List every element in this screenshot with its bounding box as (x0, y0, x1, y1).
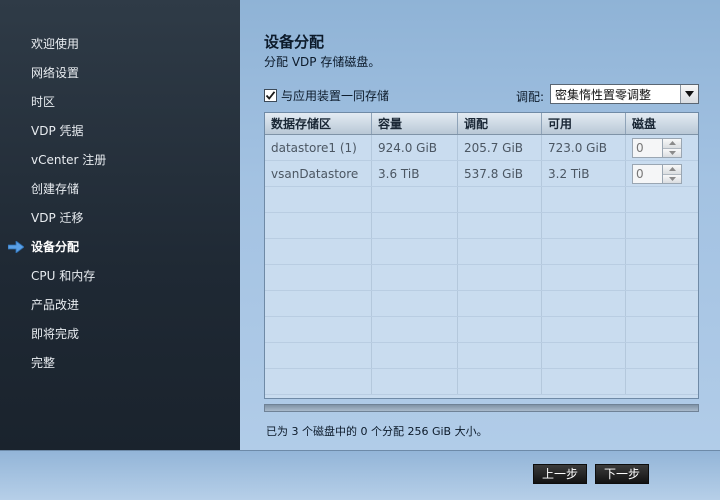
table-row[interactable]: vsanDatastore 3.6 TiB 537.8 GiB 3.2 TiB … (265, 161, 698, 187)
sidebar-item-welcome[interactable]: 欢迎使用 (0, 26, 240, 55)
page-subtitle: 分配 VDP 存储磁盘。 (264, 55, 381, 69)
sidebar-item-complete[interactable]: 完整 (0, 345, 240, 374)
horizontal-scrollbar[interactable] (264, 404, 699, 412)
sidebar-item-label: vCenter 注册 (31, 153, 107, 167)
cell-capacity: 924.0 GiB (372, 135, 458, 160)
checkmark-icon (265, 91, 276, 100)
sidebar-item-label: VDP 凭据 (31, 124, 84, 138)
empty-row (265, 317, 698, 343)
allocation-select-value: 密集惰性置零调整 (555, 87, 652, 102)
table-row[interactable]: datastore1 (1) 924.0 GiB 205.7 GiB 723.0… (265, 135, 698, 161)
wizard-sidebar: 欢迎使用 网络设置 时区 VDP 凭据 vCenter 注册 创建存储 VDP … (0, 0, 240, 450)
sidebar-item-device-allocation[interactable]: 设备分配 (0, 229, 240, 258)
sidebar-item-label: 设备分配 (31, 240, 80, 254)
right-arrow-icon (8, 241, 24, 253)
empty-row (265, 291, 698, 317)
column-header-capacity[interactable]: 容量 (372, 113, 458, 134)
chevron-down-icon[interactable] (663, 148, 681, 157)
main-panel: 设备分配 分配 VDP 存储磁盘。 与应用装置一同存储 调配: 密集惰性置零调整… (240, 0, 720, 450)
cell-provisioned: 205.7 GiB (458, 135, 542, 160)
column-header-provisioned[interactable]: 调配 (458, 113, 542, 134)
empty-row (265, 343, 698, 369)
cell-available: 3.2 TiB (542, 161, 626, 186)
sidebar-item-label: 网络设置 (31, 66, 80, 80)
empty-row (265, 213, 698, 239)
allocation-select[interactable]: 密集惰性置零调整 (550, 84, 699, 104)
empty-row (265, 187, 698, 213)
cell-capacity: 3.6 TiB (372, 161, 458, 186)
sidebar-item-credentials[interactable]: VDP 凭据 (0, 113, 240, 142)
cell-datastore: datastore1 (1) (265, 135, 372, 160)
datastore-table: 数据存储区 容量 调配 可用 磁盘 datastore1 (1) 924.0 G… (264, 112, 699, 399)
sidebar-item-cpu-memory[interactable]: CPU 和内存 (0, 258, 240, 287)
page-title: 设备分配 (264, 33, 325, 51)
disk-count-stepper[interactable]: 0 (632, 138, 682, 158)
column-header-datastore[interactable]: 数据存储区 (265, 113, 372, 134)
chevron-down-icon[interactable] (680, 85, 698, 103)
chevron-up-icon[interactable] (663, 139, 681, 149)
wizard-footer: 上一步 下一步 (0, 450, 720, 500)
sidebar-item-label: 产品改进 (31, 298, 80, 312)
disk-count-value[interactable]: 0 (633, 139, 663, 157)
column-header-disks[interactable]: 磁盘 (626, 113, 698, 134)
store-with-appliance-label: 与应用装置一同存储 (281, 89, 390, 103)
sidebar-item-migration[interactable]: VDP 迁移 (0, 200, 240, 229)
cell-datastore: vsanDatastore (265, 161, 372, 186)
store-with-appliance-checkbox[interactable] (264, 89, 277, 102)
table-header: 数据存储区 容量 调配 可用 磁盘 (265, 113, 698, 135)
cell-disks: 0 (626, 135, 698, 160)
back-button[interactable]: 上一步 (533, 464, 587, 484)
sidebar-item-ready-to-complete[interactable]: 即将完成 (0, 316, 240, 345)
next-button[interactable]: 下一步 (595, 464, 649, 484)
sidebar-item-label: CPU 和内存 (31, 269, 96, 283)
sidebar-item-network[interactable]: 网络设置 (0, 55, 240, 84)
sidebar-item-label: 即将完成 (31, 327, 80, 341)
chevron-down-icon[interactable] (663, 174, 681, 183)
sidebar-item-create-storage[interactable]: 创建存储 (0, 171, 240, 200)
allocation-summary: 已为 3 个磁盘中的 0 个分配 256 GiB 大小。 (266, 425, 488, 438)
allocation-label: 调配: (516, 90, 545, 104)
sidebar-item-label: 时区 (31, 95, 56, 109)
disk-count-value[interactable]: 0 (633, 165, 663, 183)
empty-row (265, 265, 698, 291)
sidebar-item-label: 完整 (31, 356, 56, 370)
empty-row (265, 239, 698, 265)
empty-row (265, 369, 698, 395)
sidebar-item-label: VDP 迁移 (31, 211, 84, 225)
disk-count-stepper[interactable]: 0 (632, 164, 682, 184)
cell-provisioned: 537.8 GiB (458, 161, 542, 186)
sidebar-item-label: 创建存储 (31, 182, 80, 196)
column-header-available[interactable]: 可用 (542, 113, 626, 134)
cell-available: 723.0 GiB (542, 135, 626, 160)
sidebar-item-timezone[interactable]: 时区 (0, 84, 240, 113)
sidebar-item-vcenter[interactable]: vCenter 注册 (0, 142, 240, 171)
chevron-up-icon[interactable] (663, 165, 681, 175)
sidebar-item-product-improvement[interactable]: 产品改进 (0, 287, 240, 316)
store-with-appliance-row[interactable]: 与应用装置一同存储 (264, 87, 389, 104)
sidebar-item-label: 欢迎使用 (31, 37, 80, 51)
cell-disks: 0 (626, 161, 698, 186)
